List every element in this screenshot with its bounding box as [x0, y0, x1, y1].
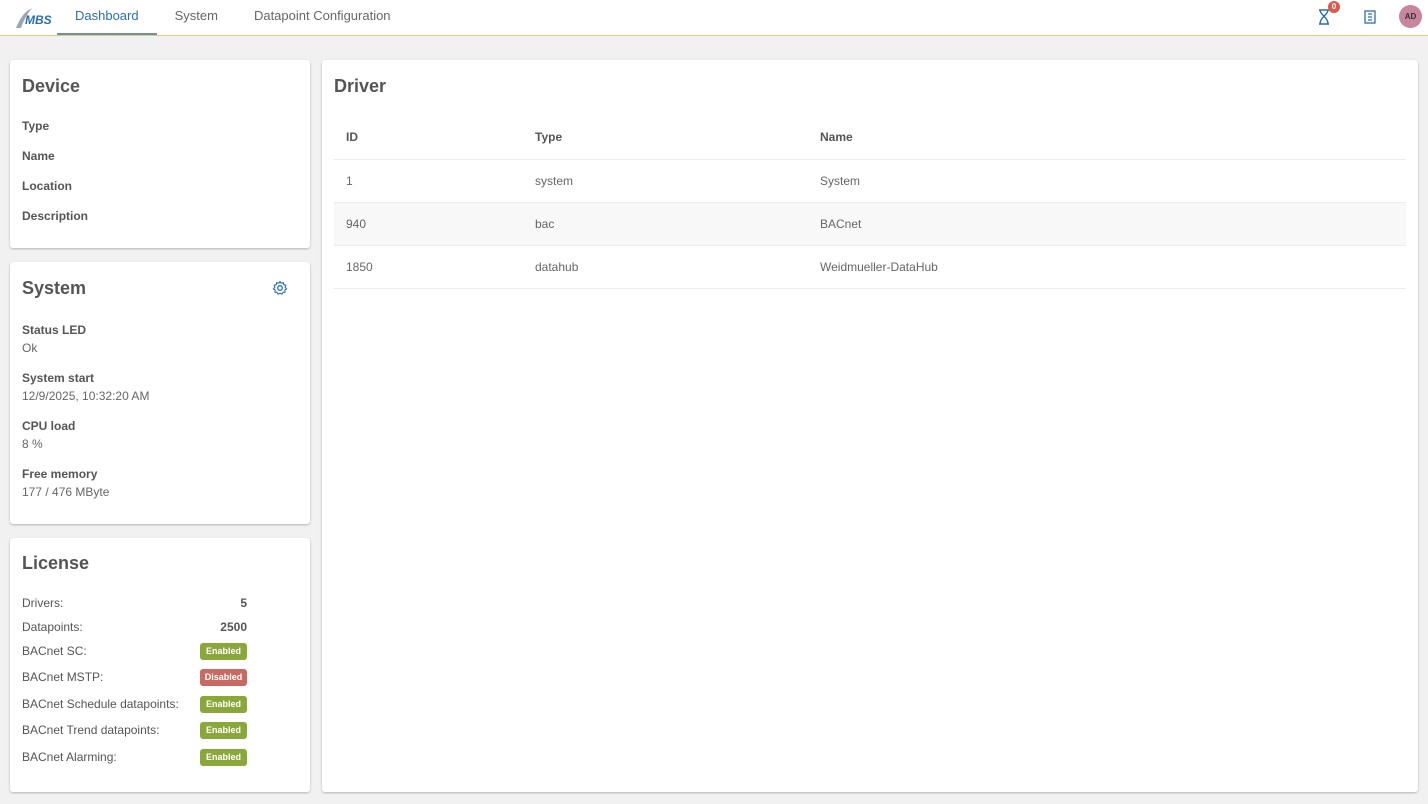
device-description-label: Description: [22, 209, 89, 223]
status-badge: Enabled: [200, 722, 247, 739]
column-header-type[interactable]: Type: [535, 130, 562, 144]
column-header-name[interactable]: Name: [820, 130, 853, 144]
free-memory-value: 177 / 476 MByte: [22, 485, 110, 499]
cell-type: system: [535, 174, 574, 188]
cell-name: BACnet: [820, 217, 862, 231]
column-header-id[interactable]: ID: [346, 130, 358, 144]
notification-badge: 0: [1328, 1, 1340, 13]
datapoints-value: 2500: [220, 620, 247, 634]
cell-id: 940: [346, 217, 367, 231]
bacnet-alarming-label: BACnet Alarming:: [22, 750, 117, 764]
device-name-label: Name: [22, 149, 55, 163]
driver-title: Driver: [334, 76, 387, 96]
bacnet-trend-label: BACnet Trend datapoints:: [22, 723, 160, 737]
cell-name: Weidmueller-DataHub: [820, 260, 938, 274]
cell-id: 1850: [346, 260, 373, 274]
cell-type: bac: [535, 217, 555, 231]
device-type-label: Type: [22, 119, 50, 133]
cell-name: System: [820, 174, 861, 188]
bacnet-sc-label: BACnet SC:: [22, 644, 87, 658]
status-badge: Disabled: [200, 669, 247, 686]
table-row[interactable]: 1 system System: [334, 159, 1406, 203]
cell-id: 1: [346, 174, 353, 188]
avatar[interactable]: AD: [1399, 5, 1422, 28]
clipboard-icon[interactable]: [1361, 8, 1379, 26]
table-bottom-divider: [334, 288, 1406, 289]
cpu-load-label: CPU load: [22, 419, 76, 433]
datapoints-label: Datapoints:: [22, 620, 83, 634]
status-led-value: Ok: [22, 341, 38, 355]
status-badge: Enabled: [200, 749, 247, 766]
bacnet-schedule-label: BACnet Schedule datapoints:: [22, 697, 179, 711]
system-title: System: [22, 278, 87, 298]
main-tabs: Dashboard System Datapoint Configuration: [57, 0, 409, 35]
tab-datapoint-configuration[interactable]: Datapoint Configuration: [236, 0, 409, 35]
top-bar: MBS Dashboard System Datapoint Configura…: [0, 0, 1428, 36]
system-start-value: 12/9/2025, 10:32:20 AM: [22, 389, 150, 403]
status-badge: Enabled: [200, 696, 247, 713]
status-led-label: Status LED: [22, 323, 87, 337]
system-start-label: System start: [22, 371, 95, 385]
system-card: System Status LED Ok System start 12/9/2…: [10, 262, 310, 524]
drivers-label: Drivers:: [22, 596, 64, 610]
cell-type: datahub: [535, 260, 579, 274]
free-memory-label: Free memory: [22, 467, 98, 481]
status-badge: Enabled: [200, 643, 247, 660]
table-row[interactable]: 1850 datahub Weidmueller-DataHub: [334, 245, 1406, 289]
tab-dashboard[interactable]: Dashboard: [57, 0, 157, 35]
bacnet-mstp-label: BACnet MSTP:: [22, 670, 104, 684]
license-card: License Drivers: 5 Datapoints: 2500 BACn…: [10, 538, 310, 792]
device-location-label: Location: [22, 179, 72, 193]
gear-icon[interactable]: [272, 280, 288, 296]
table-row[interactable]: 940 bac BACnet: [334, 202, 1406, 246]
drivers-value: 5: [240, 596, 247, 610]
cpu-load-value: 8 %: [22, 437, 43, 451]
tab-system[interactable]: System: [157, 0, 236, 35]
device-card: Device Type Name Location Description: [10, 60, 310, 248]
driver-card: Driver ID Type Name 1 system System 940 …: [322, 60, 1418, 792]
device-title: Device: [22, 76, 81, 96]
logo-text: MBS: [25, 13, 52, 27]
license-title: License: [22, 553, 90, 573]
